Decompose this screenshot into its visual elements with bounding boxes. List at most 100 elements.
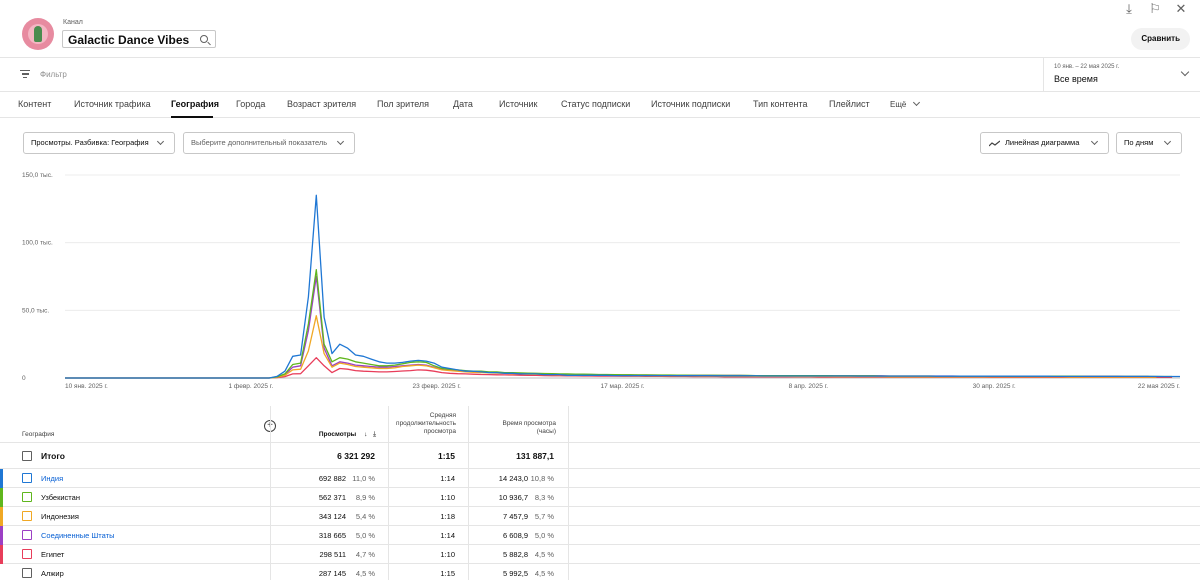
- tab-source[interactable]: Источник: [499, 99, 537, 109]
- download-icon[interactable]: ⤓: [1122, 1, 1136, 17]
- tab-subscription-status[interactable]: Статус подписки: [561, 99, 630, 109]
- tab-more-label: Ещё: [890, 100, 907, 109]
- granularity-dropdown[interactable]: По дням: [1116, 132, 1182, 154]
- total-avg-duration: 1:15: [437, 451, 455, 461]
- avg-duration-value: 1:10: [440, 550, 455, 559]
- col-header-views[interactable]: Просмотры ↓ ⤓: [290, 431, 376, 439]
- chevron-down-icon: [1090, 137, 1099, 146]
- date-range-value: Все время: [1054, 74, 1098, 84]
- table-row[interactable]: Алжир 287 145 4,5 % 1:15 5 992,5 4,5 %: [0, 564, 1200, 580]
- tab-date[interactable]: Дата: [453, 99, 473, 109]
- chevron-down-icon: [1180, 67, 1190, 77]
- table-row[interactable]: Соединенные Штаты 318 665 5,0 % 1:14 6 608,9…: [0, 526, 1200, 545]
- x-tick-label: 8 апр. 2025 г.: [789, 383, 829, 390]
- country-name[interactable]: Индия: [41, 474, 63, 483]
- series-line[interactable]: [65, 275, 1149, 379]
- x-tick-label: 22 мая 2025 г.: [1138, 383, 1180, 390]
- avg-duration-value: 1:15: [440, 569, 455, 578]
- tab-cities[interactable]: Города: [236, 99, 265, 109]
- country-name: Египет: [41, 550, 65, 559]
- y-tick-label: 50,0 тыс.: [22, 307, 49, 314]
- watch-time-value: 10 936,7: [498, 493, 528, 502]
- tab-more[interactable]: Ещё: [890, 98, 920, 109]
- compare-button[interactable]: Сравнить: [1131, 28, 1190, 50]
- row-checkbox[interactable]: [22, 530, 32, 540]
- table-row[interactable]: Индия 692 882 11,0 % 1:14 14 243,0 10,8 %: [0, 469, 1200, 488]
- row-checkbox[interactable]: [22, 492, 32, 502]
- table-row[interactable]: Узбекистан 562 371 8,9 % 1:10 10 936,7 8,3 %: [0, 488, 1200, 507]
- tab-viewer-age[interactable]: Возраст зрителя: [287, 99, 356, 109]
- channel-name: Galactic Dance Vibes: [68, 33, 190, 47]
- metric-dropdown[interactable]: Просмотры. Разбивка: География: [23, 132, 175, 154]
- series-line[interactable]: [65, 269, 1173, 379]
- date-range-text: 10 янв. – 22 мая 2025 г.: [1054, 64, 1120, 70]
- close-icon[interactable]: ✕: [1174, 1, 1188, 17]
- col-header-views-label: Просмотры: [318, 431, 357, 438]
- tab-viewer-gender[interactable]: Пол зрителя: [377, 99, 429, 109]
- country-name: Алжир: [41, 569, 64, 578]
- tab-subscription-source[interactable]: Источник подписки: [651, 99, 730, 109]
- filter-input[interactable]: Фильтр: [40, 70, 67, 79]
- views-value: 298 511: [319, 550, 346, 559]
- row-checkbox[interactable]: [22, 568, 32, 578]
- avg-duration-value: 1:14: [440, 531, 455, 540]
- tab-traffic-source[interactable]: Источник трафика: [74, 99, 151, 109]
- watch-time-percent: 10,8 %: [530, 474, 554, 483]
- watch-time-value: 14 243,0: [498, 474, 528, 483]
- line-chart-icon: [989, 140, 1000, 147]
- tab-content-type[interactable]: Тип контента: [753, 99, 808, 109]
- row-checkbox[interactable]: [22, 511, 32, 521]
- avg-duration-value: 1:18: [440, 512, 455, 521]
- views-percent: 4,7 %: [355, 550, 375, 559]
- report-tabs: Контент Источник трафика География Город…: [0, 92, 1200, 118]
- tab-playlist[interactable]: Плейлист: [829, 99, 870, 109]
- views-percent: 5,4 %: [355, 512, 375, 521]
- avg-duration-value: 1:10: [440, 493, 455, 502]
- views-line-chart[interactable]: 150,0 тыс. 100,0 тыс. 50,0 тыс. 0 10 янв. 20…: [0, 165, 1200, 395]
- date-range-selector[interactable]: 10 янв. – 22 мая 2025 г. Все время: [1043, 58, 1200, 91]
- table-row[interactable]: Индонезия 343 124 5,4 % 1:18 7 457,9 5,7 %: [0, 507, 1200, 526]
- table-header: География + Просмотры ↓ ⤓ Средняя продол…: [0, 406, 1200, 443]
- views-value: 318 665: [318, 531, 346, 540]
- row-checkbox[interactable]: [22, 473, 32, 483]
- watch-time-percent: 4,5 %: [534, 569, 554, 578]
- channel-avatar[interactable]: [22, 18, 54, 50]
- series-line[interactable]: [65, 315, 1157, 379]
- tab-content[interactable]: Контент: [18, 99, 51, 109]
- series-color-bar: [0, 545, 3, 564]
- total-checkbox[interactable]: [22, 451, 32, 461]
- table-row[interactable]: Египет 298 511 4,7 % 1:10 5 882,8 4,5 %: [0, 545, 1200, 564]
- channel-selector[interactable]: Galactic Dance Vibes: [62, 30, 217, 48]
- country-name: Индонезия: [41, 512, 79, 521]
- download-icon[interactable]: ⤓: [373, 431, 376, 438]
- col-header-avg-duration[interactable]: Средняя продолжительность просмотра: [388, 412, 456, 436]
- col-header-geography[interactable]: География: [22, 431, 54, 439]
- views-value: 343 124: [318, 512, 346, 521]
- avatar-plant: [34, 26, 42, 42]
- row-checkbox[interactable]: [22, 549, 32, 559]
- extra-metric-dropdown[interactable]: Выберите дополнительный показатель: [183, 132, 355, 154]
- y-tick-label: 100,0 тыс.: [22, 240, 53, 247]
- chart-type-dropdown[interactable]: Линейная диаграмма: [980, 132, 1109, 154]
- country-name[interactable]: Соединенные Штаты: [41, 531, 114, 540]
- search-icon[interactable]: [200, 35, 209, 43]
- filter-icon[interactable]: [20, 70, 30, 78]
- total-views: 6 321 292: [337, 451, 375, 461]
- series-color-bar: [0, 507, 3, 526]
- sort-down-icon[interactable]: ↓: [364, 431, 367, 438]
- watch-time-percent: 5,7 %: [534, 512, 554, 521]
- views-value: 287 145: [318, 569, 346, 578]
- active-tab-indicator: [171, 116, 213, 118]
- total-watch-time: 131 887,1: [516, 451, 554, 461]
- feedback-icon[interactable]: ⚐: [1148, 1, 1162, 17]
- chevron-down-icon: [912, 98, 920, 107]
- views-percent: 4,5 %: [355, 569, 375, 578]
- col-header-watch-time[interactable]: Время просмотра (часы): [488, 420, 556, 436]
- x-tick-label: 1 февр. 2025 г.: [228, 383, 273, 390]
- watch-time-value: 6 608,9: [502, 531, 528, 540]
- total-label: Итого: [41, 451, 65, 461]
- series-line[interactable]: [65, 194, 1180, 379]
- tab-geography[interactable]: География: [171, 99, 219, 109]
- series-color-bar: [0, 469, 3, 488]
- avg-duration-value: 1:14: [440, 474, 455, 483]
